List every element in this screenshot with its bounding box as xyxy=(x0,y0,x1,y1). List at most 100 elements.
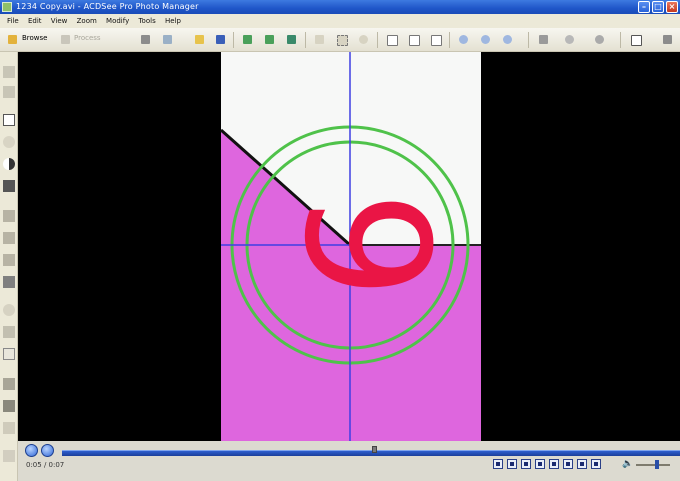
video-viewer[interactable]: 6 xyxy=(18,52,680,441)
person-silhouette-icon[interactable] xyxy=(3,180,15,192)
grayscale-icon[interactable] xyxy=(3,276,15,288)
red-eye-icon[interactable] xyxy=(3,114,15,126)
next-frame-icon xyxy=(538,462,542,466)
view-options-icon xyxy=(631,35,642,46)
menu-file[interactable]: File xyxy=(7,14,19,28)
volume-handle[interactable] xyxy=(655,460,659,469)
text-icon[interactable] xyxy=(3,450,15,462)
zoom-in-icon xyxy=(459,35,468,44)
rotate-left-button[interactable] xyxy=(384,32,399,47)
settings-button[interactable] xyxy=(591,459,601,469)
previous-frame-icon xyxy=(524,462,528,466)
zoom-tool-button[interactable] xyxy=(356,32,371,47)
rating-button[interactable] xyxy=(562,32,577,47)
print-button[interactable] xyxy=(536,32,551,47)
loop-icon xyxy=(580,462,584,466)
full-screen-icon xyxy=(431,35,442,46)
menu-bar: File Edit View Zoom Modify Tools Help xyxy=(0,14,680,28)
contrast-icon[interactable] xyxy=(3,158,15,170)
share-icon xyxy=(163,35,172,44)
color-button[interactable] xyxy=(592,32,607,47)
first-frame-button[interactable] xyxy=(493,459,503,469)
magnifier-icon xyxy=(359,35,368,44)
save-button[interactable] xyxy=(213,32,228,47)
seek-bar[interactable] xyxy=(62,450,680,456)
menu-view[interactable]: View xyxy=(51,14,68,28)
volume-slider[interactable] xyxy=(636,464,670,466)
zoom-out-icon xyxy=(481,35,490,44)
sharpen-icon[interactable] xyxy=(3,326,15,338)
edit-icon xyxy=(141,35,150,44)
hand-tool-button[interactable] xyxy=(312,32,327,47)
circle-icon xyxy=(595,35,604,44)
editing-toolbar xyxy=(0,52,18,481)
effects-icon[interactable] xyxy=(3,378,15,390)
print-icon xyxy=(539,35,548,44)
open-folder-icon xyxy=(195,35,204,44)
last-frame-button[interactable] xyxy=(549,459,559,469)
undo-icon[interactable] xyxy=(3,66,15,78)
open-button[interactable] xyxy=(192,32,207,47)
seek-handle[interactable] xyxy=(372,446,377,453)
select-icon xyxy=(337,35,348,46)
toolbar-separator xyxy=(377,32,378,48)
menu-tools[interactable]: Tools xyxy=(138,14,155,28)
next-frame-button[interactable] xyxy=(535,459,545,469)
rotate-left-icon xyxy=(387,35,398,46)
zoom-out-button[interactable] xyxy=(478,32,493,47)
countdown-digit: 6 xyxy=(274,191,472,299)
main-toolbar: Browse Process xyxy=(0,28,680,52)
time-display: 0:05 / 0:07 xyxy=(26,461,65,469)
capture-frame-button[interactable] xyxy=(563,459,573,469)
play-button[interactable] xyxy=(507,459,517,469)
levels-icon[interactable] xyxy=(3,210,15,222)
save-icon xyxy=(216,35,225,44)
playback-bar: 0:05 / 0:07 🔈 xyxy=(18,441,680,481)
toolbar-separator xyxy=(620,32,621,48)
folder-icon xyxy=(8,35,17,44)
share-button[interactable] xyxy=(160,32,175,47)
view-options-button[interactable] xyxy=(628,32,643,47)
previous-image-button[interactable] xyxy=(240,32,255,47)
exposure-icon[interactable] xyxy=(3,136,15,148)
more-icon xyxy=(663,35,672,44)
volume-icon: 🔈 xyxy=(622,459,634,469)
redo-icon[interactable] xyxy=(3,86,15,98)
toolbar-separator xyxy=(305,32,306,48)
select-tool-button[interactable] xyxy=(334,32,349,47)
zoom-in-button[interactable] xyxy=(456,32,471,47)
menu-edit[interactable]: Edit xyxy=(28,14,42,28)
eye-icon[interactable] xyxy=(3,304,15,316)
menu-zoom[interactable]: Zoom xyxy=(77,14,97,28)
hand-icon xyxy=(315,35,324,44)
auto-advance-icon xyxy=(287,35,296,44)
next-image-button[interactable] xyxy=(262,32,277,47)
color-balance-icon[interactable] xyxy=(3,254,15,266)
stop-button[interactable] xyxy=(41,444,54,457)
pause-button[interactable] xyxy=(25,444,38,457)
person-icon xyxy=(565,35,574,44)
auto-advance-button[interactable] xyxy=(284,32,299,47)
curves-icon[interactable] xyxy=(3,232,15,244)
rotate-right-button[interactable] xyxy=(406,32,421,47)
menu-help[interactable]: Help xyxy=(165,14,181,28)
first-frame-icon xyxy=(496,462,500,466)
process-icon xyxy=(61,35,70,44)
menu-modify[interactable]: Modify xyxy=(106,14,129,28)
full-screen-button[interactable] xyxy=(428,32,443,47)
zoom-menu-button[interactable] xyxy=(500,32,515,47)
more-tools-button[interactable] xyxy=(660,32,675,47)
edit-image-button[interactable] xyxy=(138,32,153,47)
loop-button[interactable] xyxy=(577,459,587,469)
toolbar-separator xyxy=(233,32,234,48)
crop-icon[interactable] xyxy=(3,400,15,412)
frame-icon[interactable] xyxy=(3,348,15,360)
resize-icon[interactable] xyxy=(3,422,15,434)
previous-frame-button[interactable] xyxy=(521,459,531,469)
browse-button[interactable] xyxy=(5,32,20,47)
toolbar-separator xyxy=(528,32,529,48)
process-button[interactable] xyxy=(58,32,73,47)
minimize-button[interactable]: – xyxy=(638,1,650,13)
maximize-button[interactable]: □ xyxy=(652,1,664,13)
close-button[interactable]: × xyxy=(666,1,678,13)
